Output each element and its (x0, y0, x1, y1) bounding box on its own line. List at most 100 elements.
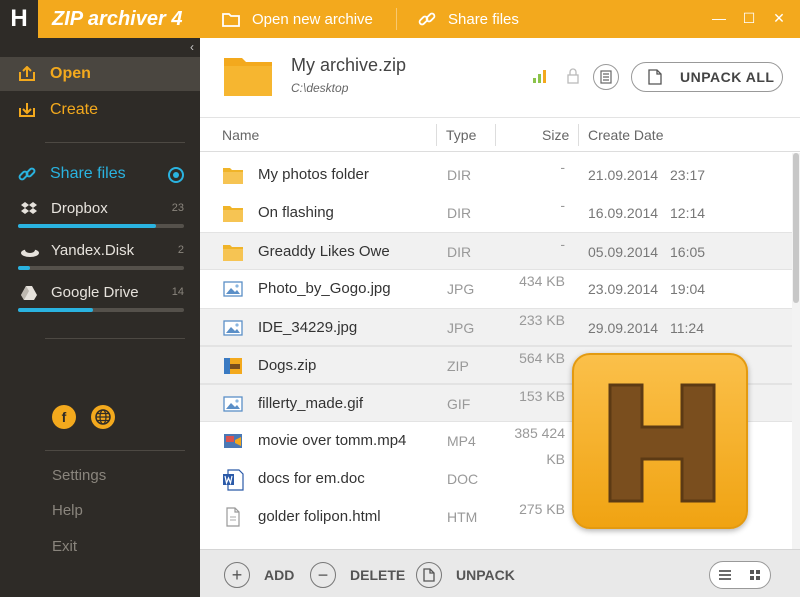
file-list-scrollbar[interactable] (792, 153, 800, 549)
unpack-all-label: UNPACK ALL (680, 69, 775, 85)
cloud-dropbox[interactable]: Dropbox 23 (0, 198, 200, 238)
open-new-archive-label: Open new archive (252, 10, 373, 28)
google-drive-icon (20, 285, 40, 301)
app-logo-large (572, 353, 748, 529)
html-file-icon (222, 507, 244, 527)
cloud-usage-bar (18, 224, 184, 228)
sidebar-item-label: Create (50, 101, 99, 118)
sidebar-item-create[interactable]: Create (0, 93, 200, 127)
file-size: 275 KB (519, 501, 565, 517)
column-create-date[interactable]: Create Date (588, 127, 663, 143)
compression-level-icon (533, 70, 546, 83)
file-row[interactable]: On flashing DIR - 16.09.2014 12:14 (200, 194, 792, 232)
file-size: - (560, 197, 565, 213)
column-name[interactable]: Name (222, 127, 259, 143)
column-size[interactable]: Size (542, 127, 569, 143)
sidebar-divider (45, 450, 185, 451)
file-size: 564 KB (519, 350, 565, 366)
cloud-yandex-disk[interactable]: Yandex.Disk 2 (0, 240, 200, 280)
folder-icon (222, 242, 244, 262)
video-icon (222, 431, 244, 451)
document-lines-icon (600, 70, 612, 84)
file-date: 16.09.2014 (588, 205, 659, 221)
file-row[interactable]: Photo_by_Gogo.jpg JPG 434 KB 23.09.2014 19:0… (200, 270, 792, 308)
grid-view-button[interactable] (740, 562, 770, 588)
file-type: DIR (447, 167, 472, 183)
open-new-archive-button[interactable]: Open new archive (222, 0, 373, 38)
bottom-toolbar: + ADD − DELETE UNPACK (200, 549, 800, 597)
grid-view-icon (750, 570, 760, 580)
file-type: DIR (447, 205, 472, 221)
scrollbar-thumb[interactable] (793, 153, 799, 303)
file-name: IDE_34229.jpg (258, 319, 358, 336)
image-icon (222, 279, 244, 299)
list-view-button[interactable] (710, 562, 740, 588)
globe-icon[interactable] (91, 405, 115, 429)
plus-icon: + (224, 562, 250, 588)
cloud-name: Dropbox (51, 200, 108, 217)
cloud-count: 14 (171, 286, 184, 298)
column-divider[interactable] (436, 124, 437, 146)
file-date: 21.09.2014 (588, 167, 659, 183)
file-name: golder folipon.html (258, 508, 381, 525)
file-name: docs for em.doc (258, 470, 365, 487)
app-logo-letter: H (10, 5, 28, 32)
yandex-disk-icon (20, 243, 40, 259)
cloud-name: Google Drive (51, 284, 139, 301)
file-name: movie over tomm.mp4 (258, 432, 407, 449)
list-view-icon (719, 570, 731, 580)
file-size: 434 KB (519, 273, 565, 289)
sidebar-share-files[interactable]: Share files (0, 160, 200, 188)
minimize-button[interactable]: — (710, 9, 728, 27)
settings-link[interactable]: Settings (52, 467, 106, 484)
file-name: On flashing (258, 204, 334, 221)
file-row[interactable]: Greaddy Likes Owe DIR - 05.09.2014 16:05 (200, 232, 792, 270)
sidebar: ZIP archiver 4 H ‹ Open Create Share fil… (0, 0, 200, 597)
collapse-sidebar-button[interactable]: ‹ (190, 40, 194, 54)
file-type: GIF (447, 396, 471, 412)
sidebar-item-open[interactable]: Open (0, 57, 200, 91)
archive-info-button[interactable] (593, 64, 619, 90)
facebook-icon[interactable]: f (52, 405, 76, 429)
column-divider[interactable] (495, 124, 496, 146)
help-link[interactable]: Help (52, 502, 83, 519)
view-toggle (709, 561, 771, 589)
exit-link[interactable]: Exit (52, 538, 77, 555)
file-size: 153 KB (519, 388, 565, 404)
add-button[interactable]: + ADD (224, 562, 294, 588)
file-date: 23.09.2014 (588, 281, 659, 297)
cloud-count: 2 (177, 244, 184, 256)
lock-icon[interactable] (567, 68, 579, 84)
file-time: 11:24 (670, 320, 704, 336)
unpack-button[interactable]: UNPACK (416, 562, 515, 588)
close-button[interactable]: ✕ (770, 9, 788, 27)
maximize-button[interactable]: ☐ (740, 9, 758, 27)
file-type: ZIP (447, 358, 469, 374)
file-type: HTM (447, 509, 478, 525)
logo-h-icon (608, 383, 716, 503)
link-icon (418, 11, 436, 27)
link-icon (18, 165, 36, 183)
share-files-button[interactable]: Share files (418, 0, 519, 38)
minus-icon: − (310, 562, 336, 588)
sidebar-divider (45, 338, 185, 339)
cloud-google-drive[interactable]: Google Drive 14 (0, 282, 200, 322)
page-icon (416, 562, 442, 588)
unpack-all-button[interactable]: UNPACK ALL (631, 62, 783, 92)
share-settings-icon[interactable] (168, 167, 184, 183)
cloud-usage-bar (18, 266, 184, 270)
delete-button[interactable]: − DELETE (310, 562, 405, 588)
top-toolbar: Open new archive Share files — ☐ ✕ (200, 0, 800, 38)
file-row[interactable]: My photos folder DIR - 21.09.2014 23:17 (200, 156, 792, 194)
folder-icon (222, 203, 244, 223)
file-date: 05.09.2014 (588, 244, 659, 260)
cloud-count: 23 (171, 202, 184, 214)
cloud-usage-bar (18, 308, 184, 312)
column-type[interactable]: Type (446, 127, 476, 143)
word-doc-icon (222, 469, 244, 491)
column-divider[interactable] (578, 124, 579, 146)
delete-label: DELETE (350, 567, 406, 583)
unpack-label: UNPACK (456, 567, 515, 583)
image-icon (222, 394, 244, 414)
file-row[interactable]: IDE_34229.jpg JPG 233 KB 29.09.2014 11:24 (200, 308, 792, 346)
